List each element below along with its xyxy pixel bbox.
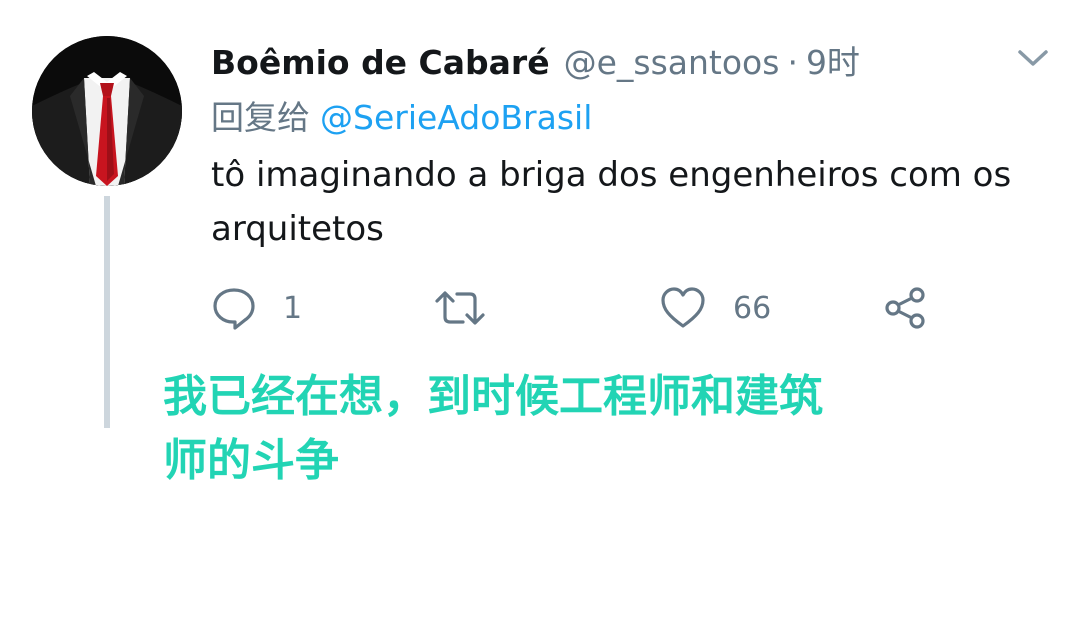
translation-caption: 我已经在想，到时候工程师和建筑 师的斗争 bbox=[163, 365, 1043, 493]
caption-line-2: 师的斗争 bbox=[163, 435, 339, 486]
reply-mention-link[interactable]: @SerieAdoBrasil bbox=[320, 98, 592, 137]
suit-red-tie-avatar bbox=[32, 36, 182, 186]
separator-dot: · bbox=[787, 43, 798, 82]
heart-icon bbox=[659, 285, 707, 331]
like-count: 66 bbox=[733, 290, 772, 326]
timestamp[interactable]: 9时 bbox=[806, 36, 860, 84]
chevron-down-icon[interactable] bbox=[1016, 46, 1050, 70]
caption-line-1: 我已经在想，到时候工程师和建筑 bbox=[163, 371, 823, 422]
like-button[interactable]: 66 bbox=[659, 280, 771, 336]
tweet-actions: 1 66 bbox=[211, 280, 951, 336]
avatar[interactable] bbox=[32, 36, 182, 186]
reply-prefix: 回复给 bbox=[211, 98, 310, 137]
share-icon bbox=[883, 285, 929, 331]
thread-line bbox=[104, 196, 110, 428]
retweet-button[interactable] bbox=[433, 280, 513, 336]
retweet-icon bbox=[433, 285, 487, 331]
reply-button[interactable]: 1 bbox=[211, 280, 302, 336]
reply-count: 1 bbox=[283, 290, 303, 326]
tweet-text: tô imaginando a briga dos engenheiros co… bbox=[211, 155, 1012, 249]
tweet-header: Boêmio de Cabaré @e_ssantoos · 9时 bbox=[211, 36, 860, 86]
share-button[interactable] bbox=[883, 280, 929, 336]
reply-bubble-icon bbox=[211, 285, 257, 331]
display-name[interactable]: Boêmio de Cabaré bbox=[211, 43, 550, 82]
user-handle[interactable]: @e_ssantoos bbox=[564, 43, 780, 82]
reply-context: 回复给 @SerieAdoBrasil bbox=[211, 94, 592, 142]
